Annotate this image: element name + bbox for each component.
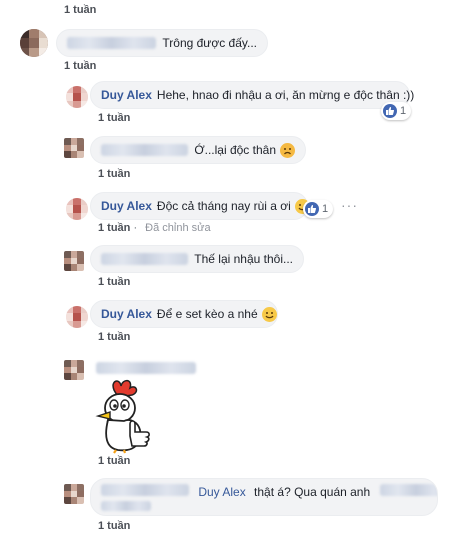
avatar[interactable] <box>64 360 84 380</box>
mention-link[interactable]: Duy Alex <box>198 485 245 499</box>
avatar[interactable] <box>64 484 84 504</box>
comment-bubble: Duy Alex Độc cả tháng nay rùi a ơi <box>90 192 310 220</box>
smile-emoji-icon <box>261 306 277 322</box>
comment-bubble: Thế lại nhậu thôi... <box>90 245 304 273</box>
comment-timestamp[interactable]: 1 tuần <box>98 520 130 532</box>
like-icon <box>305 202 319 216</box>
comment-text: Thế lại nhậu thôi... <box>194 252 293 266</box>
blurred-author-name[interactable] <box>101 253 189 265</box>
edited-label[interactable]: Đã chỉnh sửa <box>145 222 210 234</box>
comment-text: Độc cả tháng nay rùi a ơi <box>156 199 291 213</box>
blurred-author-name[interactable] <box>101 144 189 156</box>
avatar[interactable] <box>64 251 84 271</box>
author-link[interactable]: Duy Alex <box>101 88 152 102</box>
avatar[interactable] <box>64 138 84 158</box>
comment-timestamp[interactable]: 1 tuần <box>98 331 130 343</box>
top-timestamp[interactable]: 1 tuần <box>64 4 96 16</box>
comment-timestamp[interactable]: 1 tuần · Đã chỉnh sửa <box>98 222 211 234</box>
comment-bubble: Duy Alex Hehe, hnao đi nhậu a ơi, ăn mừn… <box>90 81 414 109</box>
blurred-author-name[interactable] <box>101 484 189 496</box>
blurred-author-name[interactable] <box>67 37 157 49</box>
comment-timestamp[interactable]: 1 tuần <box>98 112 130 124</box>
blurred-text <box>101 501 151 511</box>
comment-bubble: Duy Alex Để e set kèo a nhé <box>90 300 278 328</box>
comment-timestamp[interactable]: 1 tuần <box>98 276 130 288</box>
like-icon <box>383 104 397 118</box>
comment-text: Ớ...lại độc thân <box>194 143 276 157</box>
comment-bubble: Ớ...lại độc thân <box>90 136 306 164</box>
rooster-thumbs-up-sticker[interactable] <box>90 378 160 454</box>
persevering-face-emoji-icon <box>280 142 295 158</box>
comment-timestamp[interactable]: 1 tuần <box>98 455 130 467</box>
avatar-duy-alex[interactable] <box>66 198 88 220</box>
reaction-count-value: 1 <box>322 203 329 215</box>
comment-bubble: Duy Alex thật á? Qua quán anh <box>90 478 438 516</box>
avatar[interactable] <box>20 29 48 57</box>
author-link[interactable]: Duy Alex <box>101 307 152 321</box>
blurred-text <box>379 484 437 496</box>
comment-text: Trông được đấy... <box>162 36 257 50</box>
comment-timestamp[interactable]: 1 tuần <box>98 168 130 180</box>
comment-text: Hehe, hnao đi nhậu a ơi, ăn mừng e độc t… <box>156 88 415 102</box>
reaction-count[interactable]: 1 <box>381 102 412 120</box>
reaction-count-value: 1 <box>400 105 407 117</box>
author-link[interactable]: Duy Alex <box>101 199 152 213</box>
comment-text: Để e set kèo a nhé <box>156 307 258 321</box>
reaction-count[interactable]: 1 <box>303 200 334 218</box>
comment-bubble: Trông được đấy... <box>56 29 268 57</box>
comment-text: thật á? Qua quán anh <box>254 485 371 499</box>
comment-timestamp[interactable]: 1 tuần <box>64 60 96 72</box>
avatar-duy-alex[interactable] <box>66 306 88 328</box>
blurred-author-name[interactable] <box>96 362 196 374</box>
more-options-icon[interactable]: ··· <box>341 197 358 213</box>
avatar-duy-alex[interactable] <box>66 86 88 108</box>
